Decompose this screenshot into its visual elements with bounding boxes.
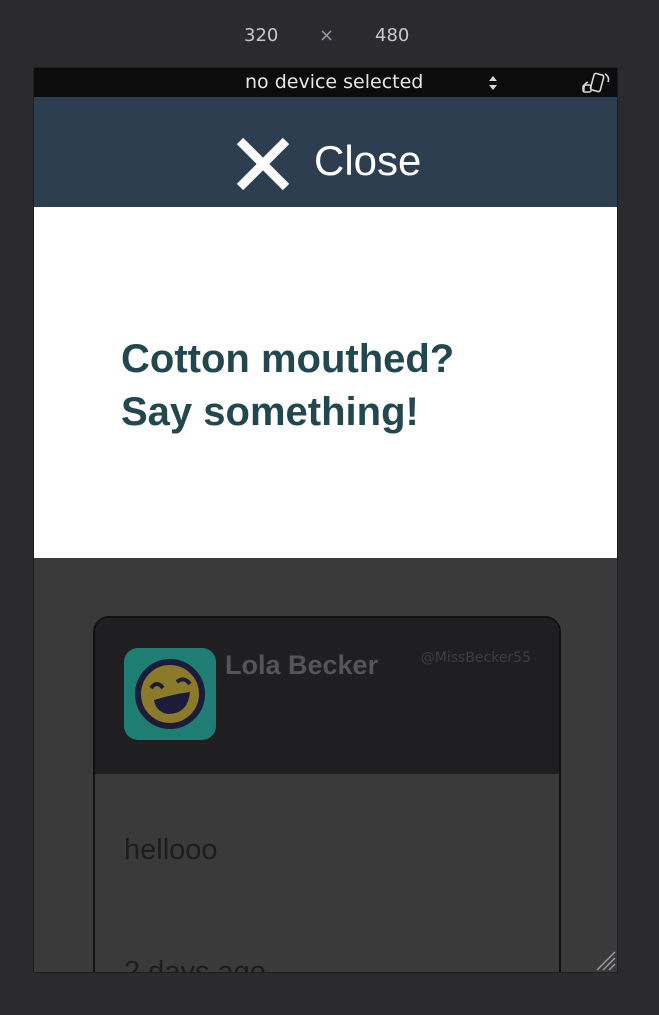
height-value[interactable]: 480 (375, 25, 409, 46)
prompt-panel: Cotton mouthed? Say something! (34, 207, 617, 558)
device-viewport: no device selected Close Cotton mouthed?… (34, 68, 617, 972)
app-header: Close (34, 97, 617, 207)
close-button[interactable]: Close (234, 135, 434, 193)
author-name[interactable]: Lola Becker (225, 650, 378, 681)
close-label: Close (314, 137, 422, 184)
rotate-device-icon[interactable] (580, 71, 612, 95)
prompt-line-1: Cotton mouthed? (121, 337, 455, 381)
dimension-separator: × (319, 25, 335, 46)
post-header: Lola Becker @MissBecker55 (95, 618, 559, 774)
device-toolbar: no device selected (34, 68, 617, 97)
author-handle[interactable]: @MissBecker55 (421, 650, 531, 666)
avatar[interactable] (124, 648, 216, 740)
width-value[interactable]: 320 (244, 25, 278, 46)
laughing-face-icon (135, 659, 205, 729)
close-icon (236, 137, 290, 191)
viewport-dimensions: 320 × 480 (0, 22, 659, 52)
resize-handle-icon[interactable] (593, 948, 617, 972)
post-message: hellooo (124, 834, 218, 866)
device-select[interactable]: no device selected (214, 70, 504, 95)
device-select-label: no device selected (245, 71, 424, 93)
prompt-line-2: Say something! (121, 390, 419, 434)
post-timestamp: 2 days ago (124, 956, 266, 972)
post-card[interactable]: Lola Becker @MissBecker55 hellooo 2 days… (93, 616, 561, 972)
prompt-text: Cotton mouthed? Say something! (121, 333, 541, 439)
updown-arrows-icon (489, 76, 497, 90)
